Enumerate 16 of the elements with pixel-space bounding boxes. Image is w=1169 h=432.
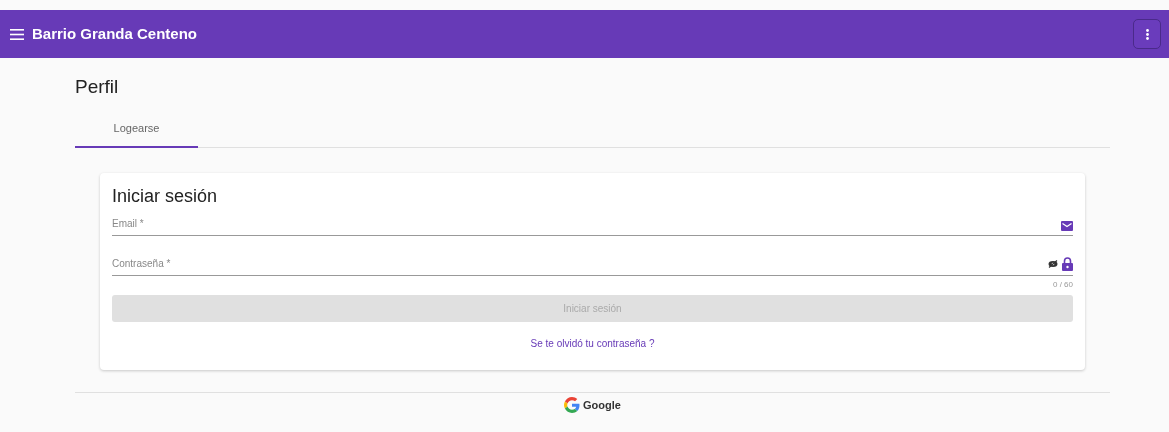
mail-icon	[1061, 221, 1073, 231]
email-field[interactable]: Email *	[112, 216, 1073, 236]
google-icon	[564, 397, 581, 414]
card-title: Iniciar sesión	[112, 185, 219, 208]
hidden-eye-icon[interactable]	[1048, 260, 1058, 268]
forgot-password-link[interactable]: Se te olvidó tu contraseña ?	[530, 338, 655, 349]
app-title: Barrio Granda Centeno	[32, 23, 198, 44]
menu-icon[interactable]	[10, 28, 24, 40]
more-icon	[1145, 28, 1149, 40]
lock-icon	[1062, 257, 1073, 271]
character-counter: 0 / 60	[1053, 280, 1073, 289]
password-field[interactable]: Contraseña *	[112, 256, 1073, 276]
more-menu-button[interactable]	[1133, 19, 1161, 49]
google-login-button[interactable]: Google	[564, 397, 621, 414]
tab[interactable]: Logearse	[75, 113, 198, 148]
page-title: Perfil	[75, 75, 120, 99]
